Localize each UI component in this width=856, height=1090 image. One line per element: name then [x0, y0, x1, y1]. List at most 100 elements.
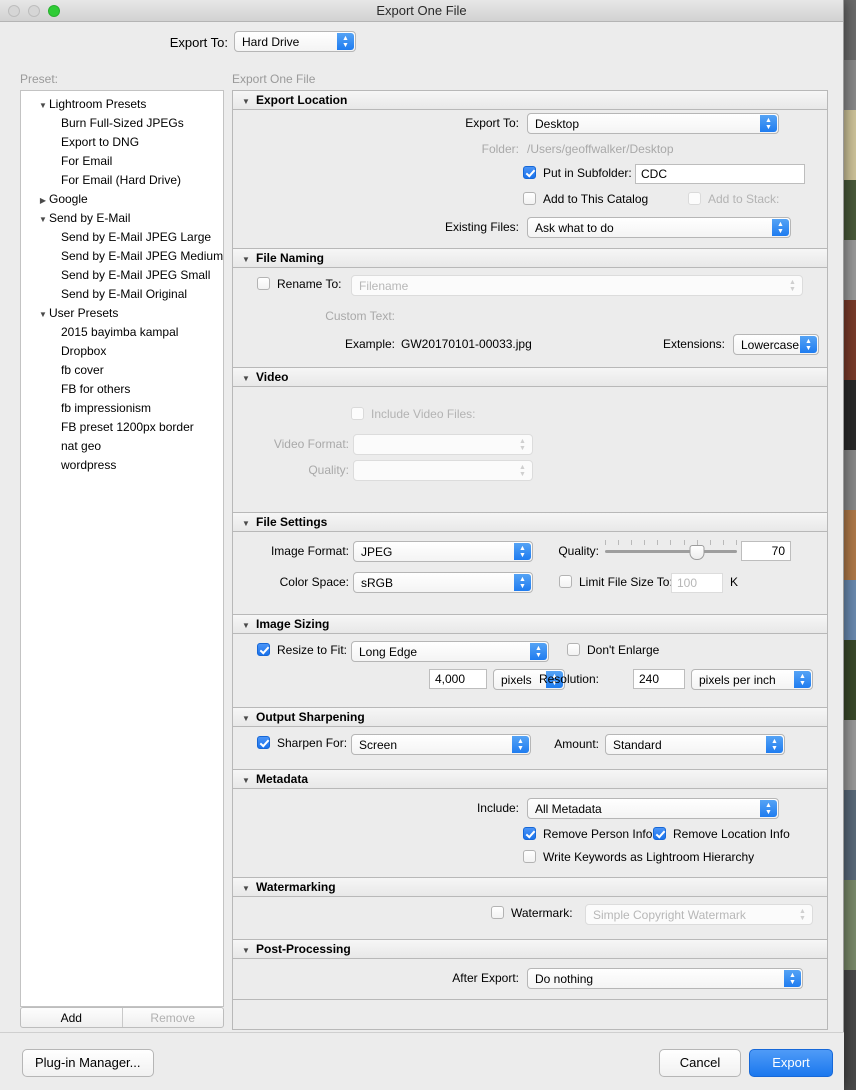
preset-list-panel[interactable]: ▼ Lightroom Presets Burn Full-Sized JPEGs E… [20, 90, 224, 1007]
disclosure-triangle-icon[interactable]: ▼ [242, 369, 256, 388]
preset-item[interactable]: FB preset 1200px border [21, 418, 223, 437]
add-preset-button[interactable]: Add [21, 1008, 122, 1027]
extensions-value: Lowercase [741, 338, 800, 352]
disclosure-triangle-icon[interactable]: ▼ [242, 92, 256, 111]
section-header-video[interactable]: ▼ Video [233, 368, 827, 387]
video-format-label: Video Format: [273, 437, 349, 451]
preset-item[interactable]: Export to DNG [21, 133, 223, 152]
preset-item[interactable]: FB for others [21, 380, 223, 399]
write-keywords-checkbox[interactable] [523, 850, 536, 863]
cancel-button[interactable]: Cancel [659, 1049, 741, 1077]
preset-item[interactable]: ▼ Lightroom Presets [21, 95, 223, 114]
zoom-button[interactable] [48, 5, 60, 17]
remove-location-info-checkbox[interactable] [653, 827, 666, 840]
after-export-dropdown[interactable]: Do nothing ▲ ▼ [527, 968, 803, 989]
dont-enlarge-checkbox[interactable] [567, 643, 580, 656]
put-in-subfolder-checkbox[interactable] [523, 166, 536, 179]
preset-item[interactable]: Send by E-Mail JPEG Small [21, 266, 223, 285]
preset-item[interactable]: ▼ Send by E-Mail [21, 209, 223, 228]
resize-to-fit-checkbox[interactable] [257, 643, 270, 656]
disclosure-triangle-icon[interactable]: ▼ [242, 771, 256, 790]
disclosure-triangle-icon[interactable]: ▼ [242, 941, 256, 960]
preset-item[interactable]: nat geo [21, 437, 223, 456]
section-header-file-naming[interactable]: ▼ File Naming [233, 249, 827, 268]
section-header-file-settings[interactable]: ▼ File Settings [233, 513, 827, 532]
resize-mode-dropdown[interactable]: Long Edge ▲ ▼ [351, 641, 549, 662]
preset-item[interactable]: ▼ User Presets [21, 304, 223, 323]
resize-size-input[interactable]: 4,000 [429, 669, 487, 689]
disclosure-triangle-icon[interactable]: ▼ [242, 709, 256, 728]
minimize-button[interactable] [28, 5, 40, 17]
remove-person-info-checkbox[interactable] [523, 827, 536, 840]
preset-item[interactable]: Send by E-Mail JPEG Medium [21, 247, 223, 266]
rename-to-checkbox[interactable] [257, 277, 270, 290]
resolution-input[interactable]: 240 [633, 669, 685, 689]
plugin-manager-button[interactable]: Plug-in Manager... [22, 1049, 154, 1077]
export-to-folder-dropdown[interactable]: Desktop ▲ ▼ [527, 113, 779, 134]
window-controls [8, 5, 60, 17]
color-space-dropdown[interactable]: sRGB ▲ ▼ [353, 572, 533, 593]
section-header-output-sharpening[interactable]: ▼ Output Sharpening [233, 708, 827, 727]
watermark-preset-dropdown: Simple Copyright Watermark ▲ ▼ [585, 904, 813, 925]
preset-item[interactable]: Send by E-Mail JPEG Large [21, 228, 223, 247]
chevron-updown-icon: ▲ ▼ [514, 574, 531, 591]
preset-item-label: Burn Full-Sized JPEGs [61, 116, 184, 130]
add-to-catalog-checkbox[interactable] [523, 192, 536, 205]
sharpen-for-value: Screen [359, 738, 398, 752]
sharpen-amount-dropdown[interactable]: Standard ▲ ▼ [605, 734, 785, 755]
limit-file-size-checkbox[interactable] [559, 575, 572, 588]
section-header-metadata[interactable]: ▼ Metadata [233, 770, 827, 789]
preset-item[interactable]: Dropbox [21, 342, 223, 361]
sharpen-for-checkbox[interactable] [257, 736, 270, 749]
preset-item-label: FB preset 1200px border [61, 420, 194, 434]
preset-item[interactable]: For Email [21, 152, 223, 171]
dont-enlarge-label: Don't Enlarge [587, 643, 660, 657]
preset-item[interactable]: 2015 bayimba kampal [21, 323, 223, 342]
section-metadata: ▼ Metadata Include: All Metadata ▲ ▼ Remov… [233, 770, 827, 878]
metadata-include-dropdown[interactable]: All Metadata ▲ ▼ [527, 798, 779, 819]
section-header-watermarking[interactable]: ▼ Watermarking [233, 878, 827, 897]
disclosure-triangle-icon[interactable]: ▼ [242, 879, 256, 898]
preset-item[interactable]: wordpress [21, 456, 223, 475]
slider-thumb[interactable] [689, 545, 705, 560]
resolution-unit-dropdown[interactable]: pixels per inch ▲ ▼ [691, 669, 813, 690]
chevron-updown-icon: ▲ ▼ [800, 336, 817, 353]
preset-tree[interactable]: ▼ Lightroom Presets Burn Full-Sized JPEGs E… [21, 91, 223, 479]
limit-file-size-input[interactable]: 100 [671, 573, 723, 593]
rename-template-value: Filename [359, 279, 409, 293]
section-header-export-location[interactable]: ▼ Export Location [233, 91, 827, 110]
disclosure-triangle-icon[interactable]: ▶ [37, 191, 49, 210]
section-output-sharpening: ▼ Output Sharpening Sharpen For: Screen ▲… [233, 708, 827, 770]
disclosure-triangle-icon[interactable]: ▼ [242, 616, 256, 635]
preset-item[interactable]: Send by E-Mail Original [21, 285, 223, 304]
disclosure-triangle-icon[interactable]: ▼ [37, 210, 49, 229]
preset-item-label: Dropbox [61, 344, 107, 358]
preset-item-label: Send by E-Mail [49, 211, 131, 225]
close-button[interactable] [8, 5, 20, 17]
disclosure-triangle-icon[interactable]: ▼ [37, 96, 49, 115]
preset-item[interactable]: fb cover [21, 361, 223, 380]
chevron-updown-icon: ▲ ▼ [794, 671, 811, 688]
preset-item[interactable]: For Email (Hard Drive) [21, 171, 223, 190]
section-header-image-sizing[interactable]: ▼ Image Sizing [233, 615, 827, 634]
preset-item[interactable]: fb impressionism [21, 399, 223, 418]
disclosure-triangle-icon[interactable]: ▼ [242, 250, 256, 269]
slider-tick [670, 540, 672, 545]
disclosure-triangle-icon[interactable]: ▼ [242, 514, 256, 533]
extensions-dropdown[interactable]: Lowercase ▲ ▼ [733, 334, 819, 355]
jpeg-quality-slider[interactable] [605, 540, 737, 562]
preset-item[interactable]: Burn Full-Sized JPEGs [21, 114, 223, 133]
image-format-dropdown[interactable]: JPEG ▲ ▼ [353, 541, 533, 562]
section-header-post-processing[interactable]: ▼ Post-Processing [233, 940, 827, 959]
disclosure-triangle-icon[interactable]: ▼ [37, 305, 49, 324]
preset-item[interactable]: ▶ Google [21, 190, 223, 209]
subfolder-name-input[interactable]: CDC [635, 164, 805, 184]
export-button[interactable]: Export [749, 1049, 833, 1077]
main-column-header: Export One File [232, 72, 316, 86]
jpeg-quality-input[interactable]: 70 [741, 541, 791, 561]
watermark-checkbox[interactable] [491, 906, 504, 919]
export-to-dropdown[interactable]: Hard Drive ▲ ▼ [234, 31, 356, 52]
sharpen-for-dropdown[interactable]: Screen ▲ ▼ [351, 734, 531, 755]
resolution-label: Resolution: [538, 672, 599, 686]
existing-files-dropdown[interactable]: Ask what to do ▲ ▼ [527, 217, 791, 238]
